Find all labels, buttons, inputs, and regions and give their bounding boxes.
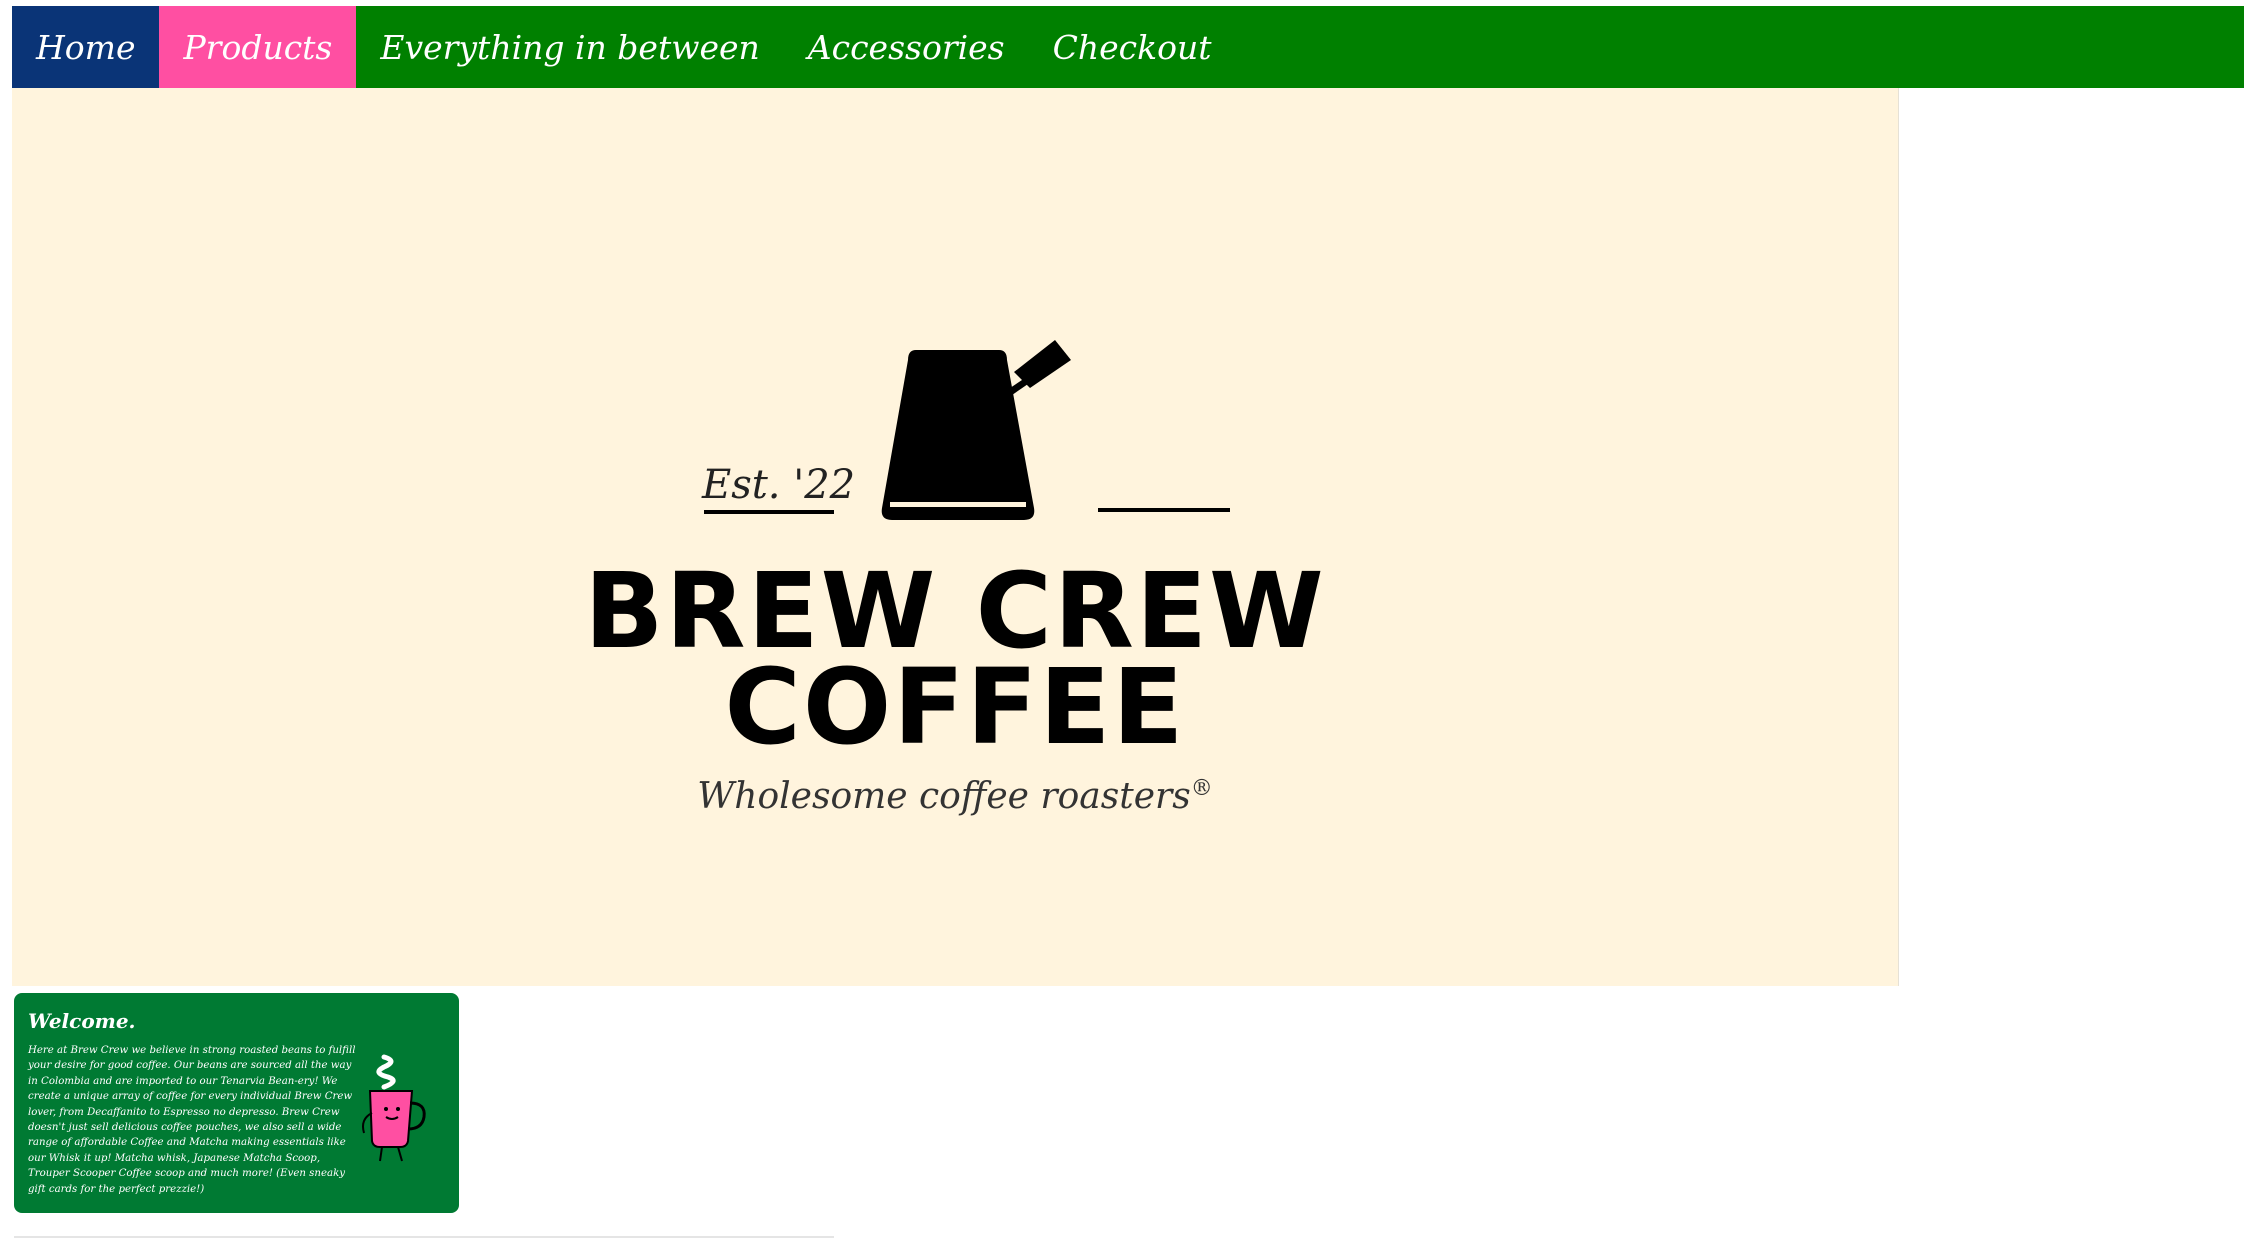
page-divider	[14, 1236, 834, 1238]
established-text: Est. '22	[702, 462, 856, 508]
main-nav: Home Products Everything in between Acce…	[12, 6, 2244, 88]
hero-banner: Est. '22 BREW CREW COFFEE Wholesome coff…	[12, 88, 1899, 986]
welcome-body: Here at Brew Crew we believe in strong r…	[28, 1045, 356, 1195]
nav-accessories[interactable]: Accessories	[784, 6, 1029, 88]
coffee-pot-icon	[704, 340, 1230, 520]
brand-name-line2: COFFEE	[724, 646, 1186, 768]
nav-products[interactable]: Products	[159, 6, 357, 88]
welcome-title: Welcome.	[28, 1009, 136, 1033]
welcome-card: Welcome. Here at Brew Crew we believe in…	[14, 993, 459, 1213]
nav-home[interactable]: Home	[12, 6, 160, 88]
tagline-text: Wholesome coffee roasters	[697, 776, 1191, 817]
nav-checkout[interactable]: Checkout	[1029, 6, 1236, 88]
nav-everything-in-between[interactable]: Everything in between	[356, 6, 783, 88]
tagline: Wholesome coffee roasters®	[12, 776, 1898, 817]
pink-mug-mascot-icon	[362, 1054, 426, 1162]
registered-mark: ®	[1190, 776, 1213, 801]
